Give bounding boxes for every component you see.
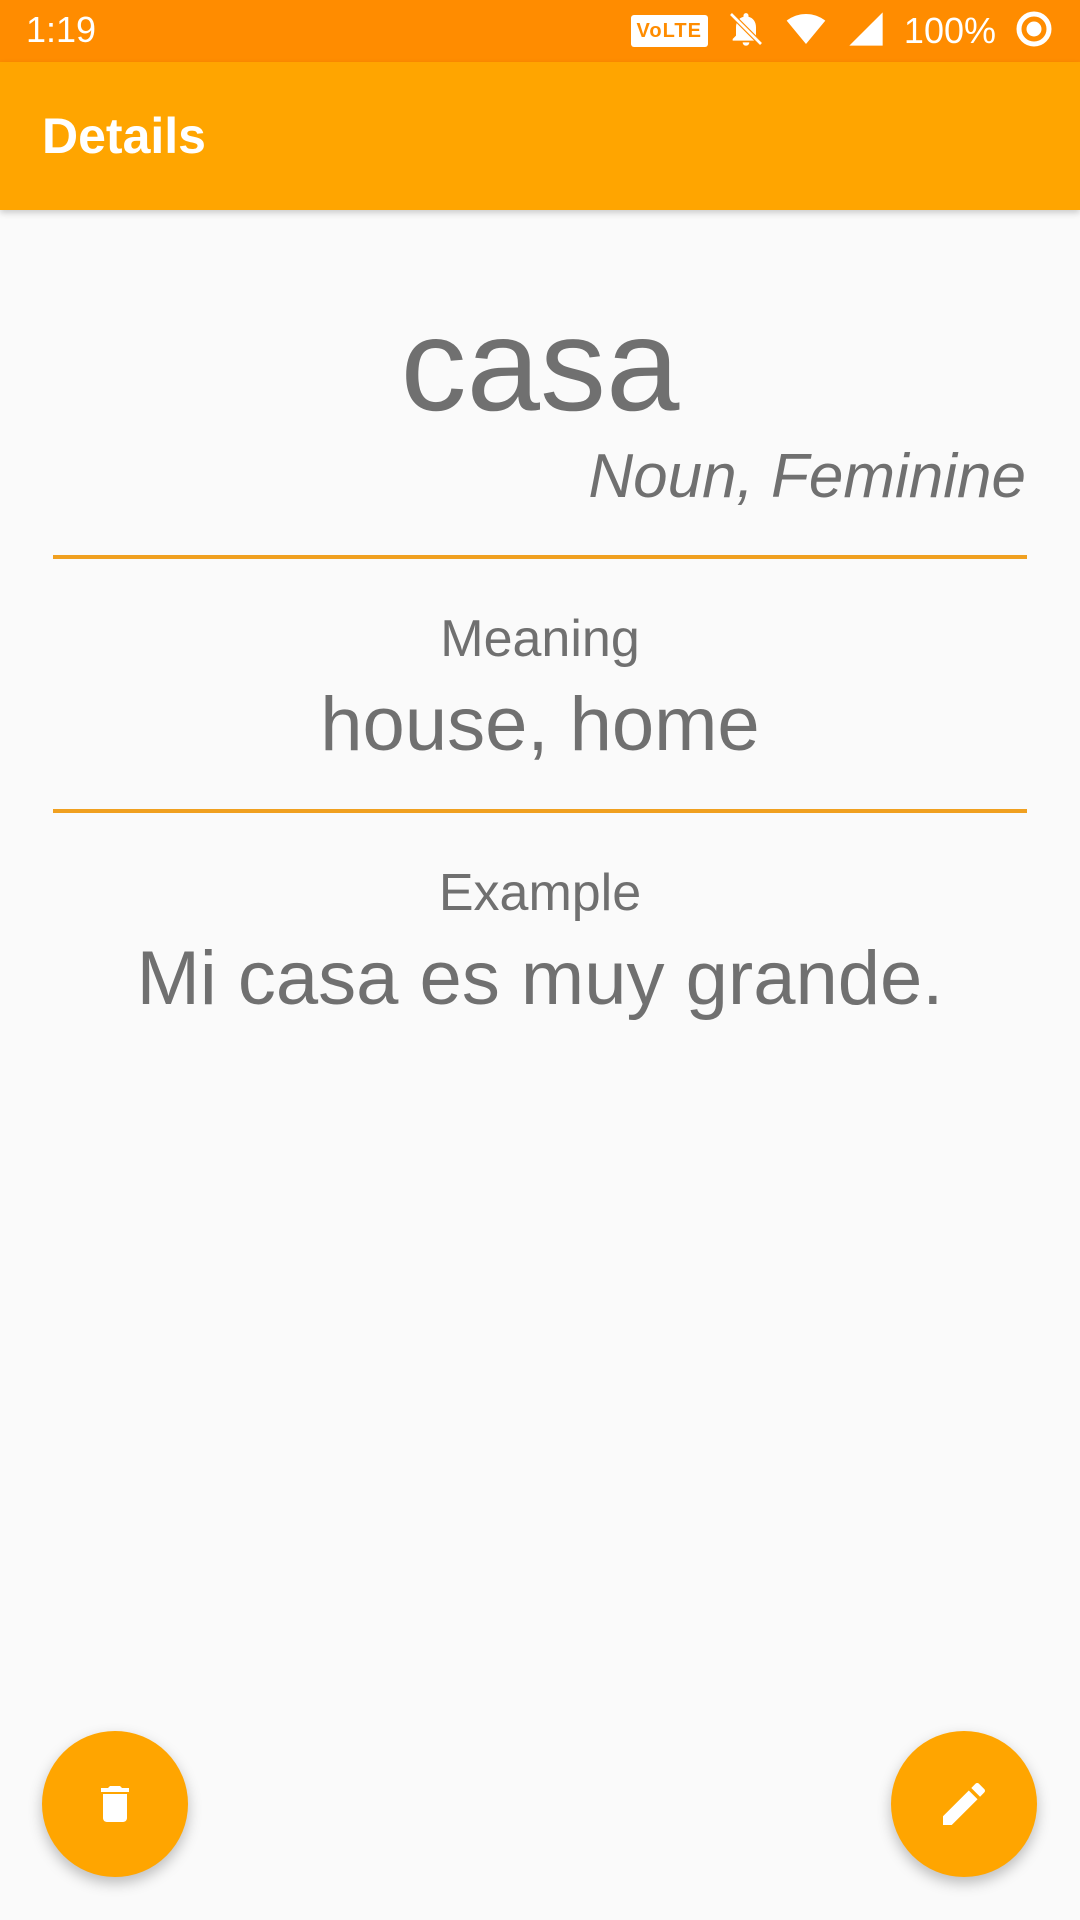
example-value: Mi casa es muy grande. [136, 936, 944, 1021]
wifi-icon [784, 9, 828, 53]
bell-off-icon [726, 9, 766, 53]
page-title: Details [42, 108, 206, 164]
divider-top [53, 555, 1027, 559]
app-bar: Details [0, 62, 1080, 210]
edit-button[interactable] [891, 1731, 1037, 1877]
meaning-value: house, home [320, 682, 760, 767]
status-bar: 1:19 VoLTE 100% [0, 0, 1080, 62]
trash-icon [91, 1777, 139, 1831]
status-icons: VoLTE 100% [630, 8, 1054, 54]
divider-middle [53, 809, 1027, 813]
word-text: casa [400, 291, 680, 438]
battery-percent: 100% [903, 10, 996, 51]
volte-icon: VoLTE [630, 15, 708, 47]
battery-saver-icon [1014, 9, 1054, 53]
meaning-label: Meaning [440, 610, 640, 668]
delete-button[interactable] [42, 1731, 188, 1877]
status-time: 1:19 [26, 9, 97, 50]
word-type: Noun, Feminine [588, 442, 1026, 511]
example-label: Example [438, 864, 642, 922]
pencil-icon [936, 1776, 992, 1832]
signal-icon [846, 9, 886, 53]
